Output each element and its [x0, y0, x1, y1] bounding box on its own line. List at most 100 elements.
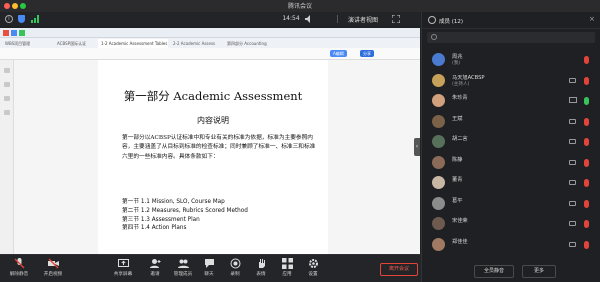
participant-role: (我) — [452, 61, 461, 66]
camera-off-icon — [47, 258, 59, 269]
avatar — [432, 155, 445, 169]
view-switch-button[interactable]: 演讲者视图 — [337, 15, 385, 24]
participant-name: 周兆 — [452, 54, 463, 60]
camera-off-icon — [569, 139, 576, 144]
members-button[interactable]: 管理成员 — [170, 258, 196, 282]
document-page: 第一部分 Academic Assessment 内容说明 第一部分以ACBSP… — [98, 60, 328, 254]
avatar — [432, 196, 445, 210]
document-left-rail — [0, 60, 14, 254]
view-label: 演讲者视图 — [348, 17, 379, 24]
avatar — [432, 217, 445, 230]
avatar — [432, 94, 445, 107]
mute-button[interactable]: 解除静音 — [6, 258, 32, 282]
participant-row[interactable]: 郑佳佳 — [422, 233, 600, 257]
mic-off-icon[interactable] — [584, 240, 589, 249]
avatar — [432, 176, 445, 189]
document-item: 第二节 1.2 Measures, Rubrics Scored Method — [122, 207, 248, 214]
participant-name: 陈静 — [452, 156, 463, 163]
fullscreen-icon[interactable] — [391, 14, 401, 24]
mic-off-icon[interactable] — [584, 138, 589, 146]
avatar — [432, 73, 445, 87]
mic-on-icon[interactable] — [584, 97, 589, 105]
share-doc-button[interactable]: 分享 — [360, 50, 374, 57]
participant-role: (主持人) — [452, 81, 470, 87]
mic-off-icon[interactable] — [584, 220, 589, 228]
doc-tab[interactable]: 第四部分 Accounting — [224, 39, 284, 48]
share-screen-button[interactable]: 共享屏幕 — [110, 258, 136, 282]
camera-off-icon — [569, 200, 576, 206]
rail-icon[interactable] — [4, 68, 10, 73]
leave-meeting-button[interactable]: 离开会议 — [380, 263, 418, 276]
speaker-icon[interactable] — [305, 15, 312, 23]
shield-icon[interactable] — [18, 15, 25, 23]
app-title: 腾讯会议 — [287, 3, 312, 10]
doc-tab[interactable]: ACBSP国际认证 — [54, 39, 96, 48]
chat-button[interactable]: 聊天 — [196, 258, 222, 282]
participant-name: 葛平 — [452, 197, 463, 204]
camera-off-icon — [569, 118, 576, 124]
participant-name: 郑佳佳 — [452, 238, 468, 245]
collapse-panel-handle[interactable]: ‹ — [414, 138, 420, 156]
camera-off-icon — [569, 180, 576, 185]
document-tab-strip: WBS项目管理 ACBSP国际认证 1-2 Academic Assessmen… — [0, 38, 420, 48]
rail-icon[interactable] — [4, 82, 10, 87]
document-item-list: 第一节 1.1 Mission, SLO, Course Map 第二节 1.2… — [122, 198, 318, 233]
video-button[interactable]: 开启视频 — [40, 258, 66, 282]
document-title: 第一部分 Academic Assessment — [123, 89, 303, 103]
panel-title: 成员 (12) — [439, 19, 464, 25]
mic-off-icon[interactable] — [584, 179, 589, 187]
camera-off-icon — [569, 241, 576, 247]
mic-off-icon[interactable] — [584, 76, 589, 85]
rail-icon[interactable] — [4, 96, 10, 101]
participants-panel: 成员 (12) × 周兆 (我) 马天旭ACBSP (主持人) 朱珍青 王斌 胡二言 陈静 董青… — [421, 12, 600, 282]
edit-button[interactable]: A编辑 — [330, 50, 347, 57]
camera-off-icon — [569, 77, 576, 83]
panel-header: 成员 (12) × — [422, 12, 600, 29]
more-button[interactable]: 更多 — [522, 265, 556, 278]
participant-name: 王斌 — [452, 115, 463, 122]
share-screen-icon — [117, 259, 129, 267]
doc-tab-active[interactable]: 1-2 Academic Assessment Tables — [98, 39, 168, 48]
camera-off-icon — [569, 159, 576, 165]
camera-off-icon — [569, 221, 576, 226]
gear-icon — [308, 259, 318, 268]
member-search-input[interactable] — [427, 32, 595, 43]
hand-icon — [258, 259, 265, 268]
document-paragraph: 第一部分以ACBSP认证标准中和专业有关的标准为依据，标准为主要参照内容，主要涵… — [122, 135, 316, 160]
mic-off-icon[interactable] — [584, 158, 589, 167]
record-button[interactable]: 录制 — [222, 258, 248, 282]
close-icon[interactable]: × — [589, 15, 595, 23]
participant-name: 董青 — [452, 177, 463, 183]
rail-icon[interactable] — [4, 110, 10, 115]
document-item: 第一节 1.1 Mission, SLO, Course Map — [122, 199, 225, 205]
document-ribbon: A编辑 分享 — [0, 48, 420, 60]
screen-share-icon — [569, 97, 577, 103]
apps-icon — [281, 258, 293, 269]
mic-off-icon[interactable] — [584, 56, 589, 64]
invite-icon — [149, 259, 160, 268]
meeting-top-bar: i 14:54 演讲者视图 — [0, 12, 420, 26]
avatar — [432, 237, 445, 251]
apps-button[interactable]: 应用 — [274, 258, 300, 282]
record-icon — [230, 258, 240, 269]
participant-name: 马天旭ACBSP — [452, 74, 485, 81]
mic-off-icon[interactable] — [584, 199, 589, 208]
document-app-topbar — [0, 28, 420, 38]
doc-tab[interactable]: WBS项目管理 — [2, 39, 52, 48]
search-icon — [431, 34, 437, 40]
signal-icon[interactable] — [31, 15, 41, 23]
document-item: 第四节 1.4 Action Plans — [122, 225, 187, 232]
title-bar: 腾讯会议 — [0, 0, 600, 12]
mic-off-icon — [14, 258, 24, 269]
people-icon — [428, 16, 436, 24]
info-icon[interactable]: i — [5, 15, 13, 23]
mic-off-icon[interactable] — [584, 117, 589, 126]
invite-button[interactable]: 邀请 — [142, 258, 168, 282]
doc-tab[interactable]: 2-2 Academic Assess — [170, 39, 222, 48]
avatar — [432, 135, 445, 148]
settings-button[interactable]: 设置 — [300, 258, 326, 282]
mute-all-button[interactable]: 全员静音 — [474, 265, 514, 278]
members-icon — [177, 259, 189, 268]
reaction-button[interactable]: 表情 — [248, 258, 274, 282]
meeting-timer: 14:54 — [282, 15, 300, 22]
